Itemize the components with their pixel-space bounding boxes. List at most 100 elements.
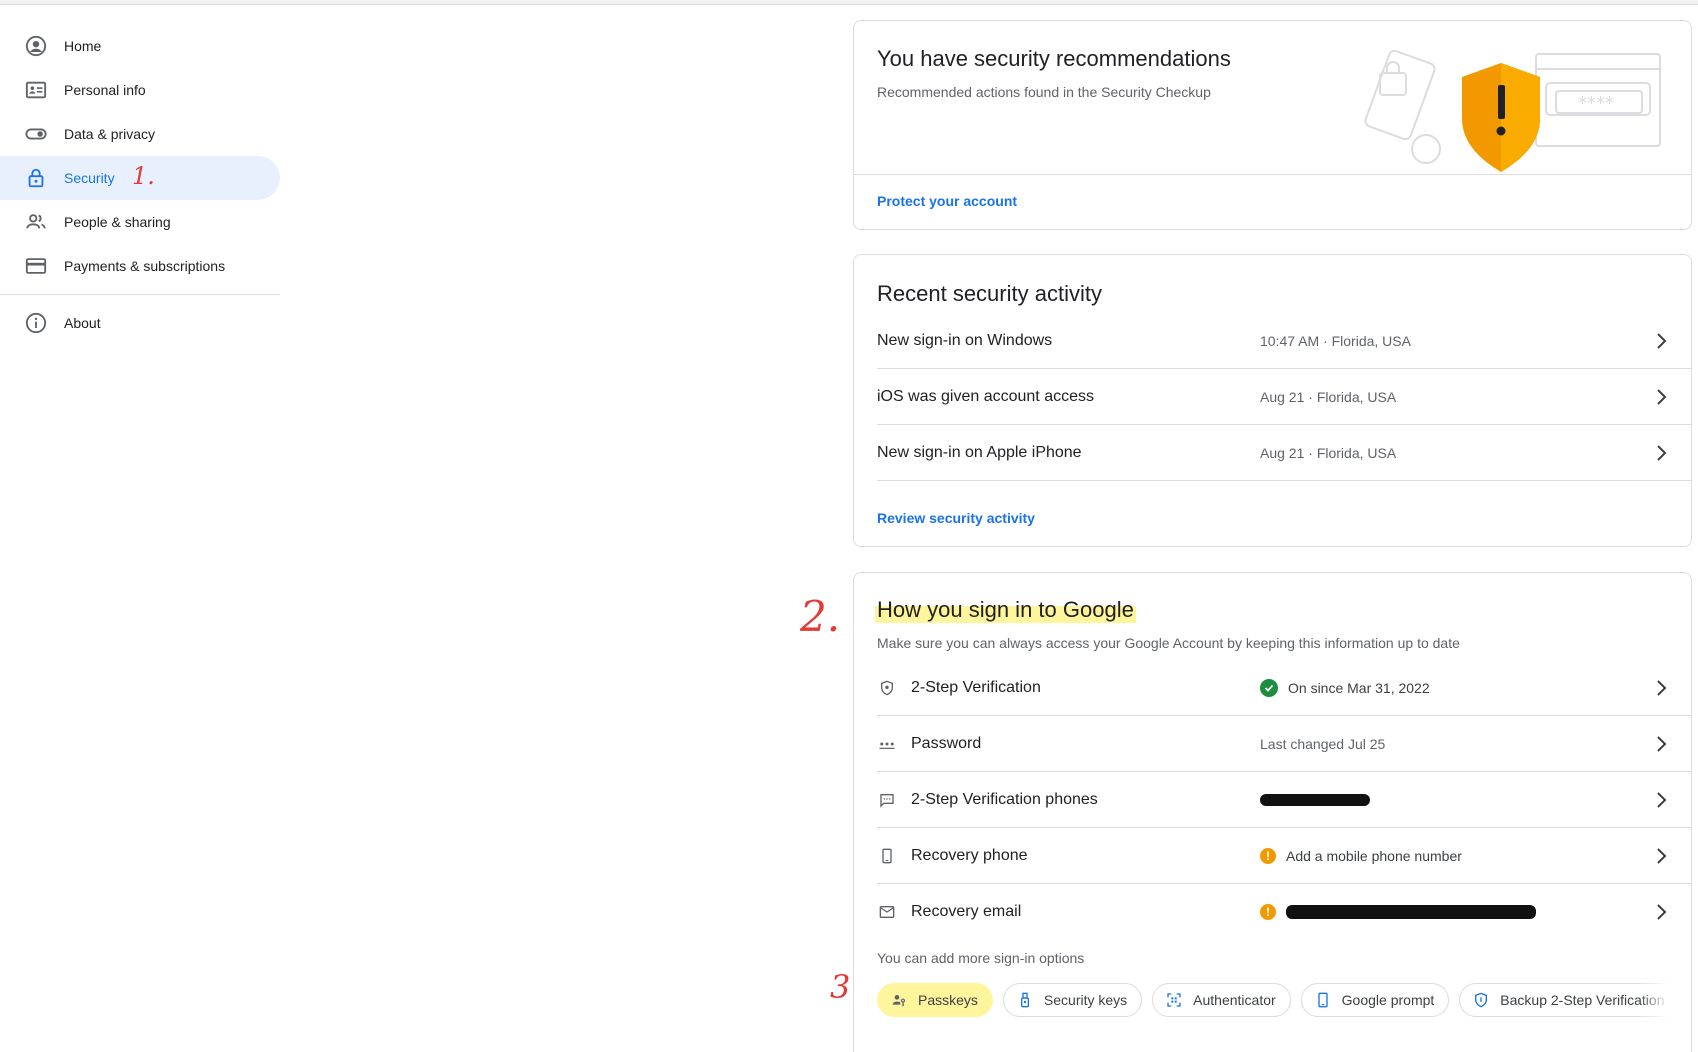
activity-label: iOS was given account access <box>877 387 1094 405</box>
review-activity-link[interactable]: Review security activity <box>877 510 1035 526</box>
signin-value-text: On since Mar 31, 2022 <box>1288 679 1430 696</box>
account-circle-icon <box>24 34 48 58</box>
chevron-right-icon <box>1657 389 1667 405</box>
id-card-icon <box>24 78 48 102</box>
message-icon <box>877 790 897 810</box>
security-recommendations-card: You have security recommendations Recomm… <box>853 20 1692 230</box>
passkey-icon <box>890 991 908 1009</box>
signin-row-2sv[interactable]: 2-Step Verification On since Mar 31, 202… <box>877 660 1691 716</box>
sidebar-item-home[interactable]: Home <box>0 24 280 68</box>
sidebar-nav: Home Personal info Data & privacy Securi… <box>0 24 280 345</box>
chevron-right-icon <box>1657 736 1667 752</box>
redacted-email <box>1286 905 1536 919</box>
signin-value: On since Mar 31, 2022 <box>1260 678 1430 697</box>
signin-value: Last changed Jul 25 <box>1260 735 1386 752</box>
activity-row[interactable]: iOS was given account access Aug 21 · Fl… <box>877 369 1691 425</box>
shield-icon <box>1472 991 1490 1009</box>
activity-label: New sign-in on Apple iPhone <box>877 443 1082 461</box>
chevron-right-icon <box>1657 792 1667 808</box>
more-options-text: You can add more sign-in options <box>877 950 1085 966</box>
phone-icon <box>1314 991 1332 1009</box>
lock-icon <box>24 166 48 190</box>
sidebar-item-label: Security <box>64 170 115 186</box>
activity-row[interactable]: New sign-in on Windows 10:47 AM · Florid… <box>877 313 1691 369</box>
chevron-right-icon <box>1657 904 1667 920</box>
password-mask-text: **** <box>1578 93 1614 114</box>
top-bar-edge <box>0 0 1698 5</box>
activity-value: Aug 21 · Florida, USA <box>1260 388 1397 405</box>
chevron-right-icon <box>1657 680 1667 696</box>
sidebar-divider <box>0 294 280 295</box>
chip-authenticator[interactable]: Authenticator <box>1152 983 1291 1017</box>
security-key-icon <box>1016 991 1034 1009</box>
protect-account-link[interactable]: Protect your account <box>877 193 1017 209</box>
warning-icon: ! <box>1260 904 1276 920</box>
shield-icon <box>877 678 897 698</box>
signin-value-text: Add a mobile phone number <box>1286 847 1462 864</box>
chip-label: Authenticator <box>1193 992 1276 1008</box>
signin-label: 2-Step Verification <box>911 678 1041 696</box>
sidebar-item-payments[interactable]: Payments & subscriptions <box>0 244 280 288</box>
signin-label: Recovery phone <box>911 846 1028 864</box>
activity-title: Recent security activity <box>877 281 1102 306</box>
signin-options-chips: Passkeys Security keys Authenticator Goo… <box>877 983 1669 1021</box>
signin-value <box>1260 793 1370 806</box>
redacted-phone <box>1260 793 1370 806</box>
recommendations-title: You have security recommendations <box>877 46 1231 71</box>
sidebar-item-label: Personal info <box>64 82 146 98</box>
chip-label: Security keys <box>1043 992 1128 1008</box>
chevron-right-icon <box>1657 848 1667 864</box>
annotation-2: 2. <box>800 592 841 641</box>
sidebar-item-people-sharing[interactable]: People & sharing <box>0 200 280 244</box>
check-circle-icon <box>1260 678 1278 697</box>
chips-fade-overlay <box>1639 983 1669 1021</box>
signin-row-recovery-email[interactable]: Recovery email ! <box>877 884 1691 940</box>
sidebar-item-about[interactable]: About <box>0 301 280 345</box>
signin-label: Password <box>911 734 982 752</box>
card-divider <box>854 174 1691 175</box>
people-icon <box>24 210 48 234</box>
chip-security-keys[interactable]: Security keys <box>1002 983 1143 1017</box>
sidebar-item-label: People & sharing <box>64 214 171 230</box>
phone-icon <box>877 846 897 866</box>
credit-card-icon <box>24 254 48 278</box>
activity-value: Aug 21 · Florida, USA <box>1260 444 1397 461</box>
chevron-right-icon <box>1657 333 1667 349</box>
recent-activity-card: Recent security activity New sign-in on … <box>853 254 1692 547</box>
security-shield-illustration: **** <box>1364 49 1661 172</box>
sidebar-item-data-privacy[interactable]: Data & privacy <box>0 112 280 156</box>
sidebar-item-label: Payments & subscriptions <box>64 258 226 274</box>
password-dots-icon <box>877 734 897 754</box>
activity-label: New sign-in on Windows <box>877 331 1053 349</box>
mail-icon <box>877 902 897 922</box>
signin-title: How you sign in to Google <box>875 597 1136 623</box>
chevron-right-icon <box>1657 445 1667 461</box>
sidebar-item-personal-info[interactable]: Personal info <box>0 68 280 112</box>
activity-row[interactable]: New sign-in on Apple iPhone Aug 21 · Flo… <box>877 425 1691 481</box>
sidebar-item-label: About <box>64 315 101 331</box>
chip-passkeys[interactable]: Passkeys <box>877 983 993 1017</box>
signin-methods-card: How you sign in to Google Make sure you … <box>853 572 1692 1052</box>
info-icon <box>24 311 48 335</box>
chip-backup-codes[interactable]: Backup 2-Step Verification codes <box>1459 983 1669 1017</box>
qr-scan-icon <box>1165 991 1183 1009</box>
signin-value: ! Add a mobile phone number <box>1260 847 1462 864</box>
signin-label: 2-Step Verification phones <box>911 790 1098 808</box>
signin-row-2sv-phones[interactable]: 2-Step Verification phones <box>877 772 1691 828</box>
recommendations-subtitle: Recommended actions found in the Securit… <box>877 84 1211 100</box>
sidebar-item-label: Home <box>64 38 102 54</box>
chip-google-prompt[interactable]: Google prompt <box>1300 983 1450 1017</box>
warning-icon: ! <box>1260 847 1276 864</box>
annotation-1: 1. <box>132 162 155 190</box>
sidebar-item-label: Data & privacy <box>64 126 156 142</box>
signin-value: ! <box>1260 904 1536 920</box>
signin-row-recovery-phone[interactable]: Recovery phone ! Add a mobile phone numb… <box>877 828 1691 884</box>
signin-subtitle: Make sure you can always access your Goo… <box>877 635 1460 651</box>
signin-label: Recovery email <box>911 903 1022 920</box>
chip-label: Google prompt <box>1341 992 1435 1008</box>
sidebar-item-security[interactable]: Security 1. <box>0 156 280 200</box>
activity-value: 10:47 AM · Florida, USA <box>1260 332 1411 349</box>
signin-row-password[interactable]: Password Last changed Jul 25 <box>877 716 1691 772</box>
chip-label: Passkeys <box>918 992 978 1008</box>
toggle-icon <box>24 122 48 146</box>
